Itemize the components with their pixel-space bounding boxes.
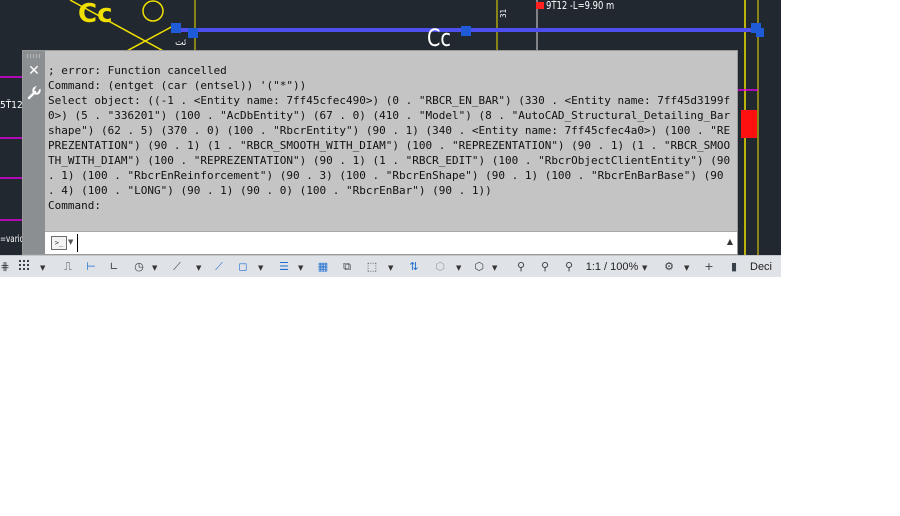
rotated-dimension-label: 31 xyxy=(499,8,508,18)
annotation-scale-icon[interactable]: ⚲ xyxy=(560,259,578,275)
grip-dots-icon[interactable] xyxy=(26,54,42,58)
command-prompt-icon[interactable]: >_ xyxy=(51,236,67,250)
command-input[interactable] xyxy=(77,234,718,252)
chevron-down-icon[interactable]: ▼ xyxy=(388,264,393,272)
dynamic-input-icon[interactable]: ⊢ xyxy=(82,259,100,275)
chevron-down-icon[interactable]: ▼ xyxy=(68,238,73,246)
svg-text:ئ‍ت: ئ‍ت xyxy=(175,38,187,48)
chevron-down-icon[interactable]: ▼ xyxy=(298,264,303,272)
object-snap-tracking-icon[interactable]: ⟋ xyxy=(210,259,228,275)
status-bar: ⋕ ▼ ⎍ ⊢ ∟ ◷ ▼ ⟋ ▼ ⟋ ◻ ▼ ☰ ▼ ▦ ⧉ ⬚ ▼ ⇅ ⬡ … xyxy=(0,255,781,277)
selection-cycling-icon[interactable]: ⧉ xyxy=(338,259,356,275)
object-snap-icon[interactable]: ◻ xyxy=(234,259,252,275)
command-history: ; error: Function cancelled Command: (en… xyxy=(48,64,731,212)
ortho-mode-icon[interactable]: ∟ xyxy=(106,259,122,275)
chevron-down-icon[interactable]: ▼ xyxy=(40,264,45,272)
plus-icon[interactable]: + xyxy=(700,259,718,275)
units-label[interactable]: Deci xyxy=(750,259,781,275)
left-variable-label: =vario xyxy=(0,234,25,245)
chevron-down-icon[interactable]: ▼ xyxy=(152,264,157,272)
gear-icon[interactable]: ⚙ xyxy=(660,259,678,275)
close-icon[interactable]: ✕ xyxy=(26,63,42,79)
infer-constraints-icon[interactable]: ⎍ xyxy=(60,259,76,275)
left-bar-label: 5Ť12 xyxy=(0,100,23,111)
properties-icon[interactable]: ▮ xyxy=(728,259,740,275)
polar-tracking-icon[interactable]: ◷ xyxy=(130,259,148,275)
annotation-visibility-icon[interactable]: ⚲ xyxy=(512,259,530,275)
command-line: >_ ▼ ▲ xyxy=(45,231,737,254)
chevron-up-icon[interactable]: ▲ xyxy=(727,237,733,246)
3d-osnap-icon[interactable]: ⬚ xyxy=(362,259,382,275)
snap-grid-icon[interactable] xyxy=(16,259,34,275)
chevron-down-icon[interactable]: ▼ xyxy=(684,264,689,272)
chevron-down-icon[interactable]: ▼ xyxy=(196,264,201,272)
wrench-icon[interactable] xyxy=(26,85,42,101)
svg-text:Cc: Cc xyxy=(78,0,113,29)
chevron-down-icon[interactable]: ▼ xyxy=(258,264,263,272)
chevron-down-icon[interactable]: ▼ xyxy=(456,264,461,272)
command-window-grip[interactable]: ✕ xyxy=(23,51,45,254)
grid-toggle-icon[interactable]: ⋕ xyxy=(0,259,10,275)
auto-scale-icon[interactable]: ⚲ xyxy=(536,259,554,275)
dynamic-ucs-icon[interactable]: ⇅ xyxy=(404,259,424,275)
selection-filter-icon[interactable]: ⬡ xyxy=(430,259,450,275)
chevron-down-icon[interactable]: ▼ xyxy=(492,264,497,272)
command-window: ✕ ; error: Function cancelled Command: (… xyxy=(22,50,738,255)
annotation-scale-value[interactable]: 1:1 / 100% xyxy=(584,259,640,275)
lineweight-icon[interactable]: ☰ xyxy=(274,259,294,275)
cc-section-label: Cc xyxy=(427,24,451,52)
chevron-down-icon[interactable]: ▼ xyxy=(642,264,647,272)
bar-dimension-label: 9Ť12 -L=9.90 m xyxy=(546,0,615,12)
transparency-icon[interactable]: ▦ xyxy=(314,259,332,275)
gizmo-icon[interactable]: ⬡ xyxy=(470,259,488,275)
isodraft-icon[interactable]: ⟋ xyxy=(168,259,186,275)
